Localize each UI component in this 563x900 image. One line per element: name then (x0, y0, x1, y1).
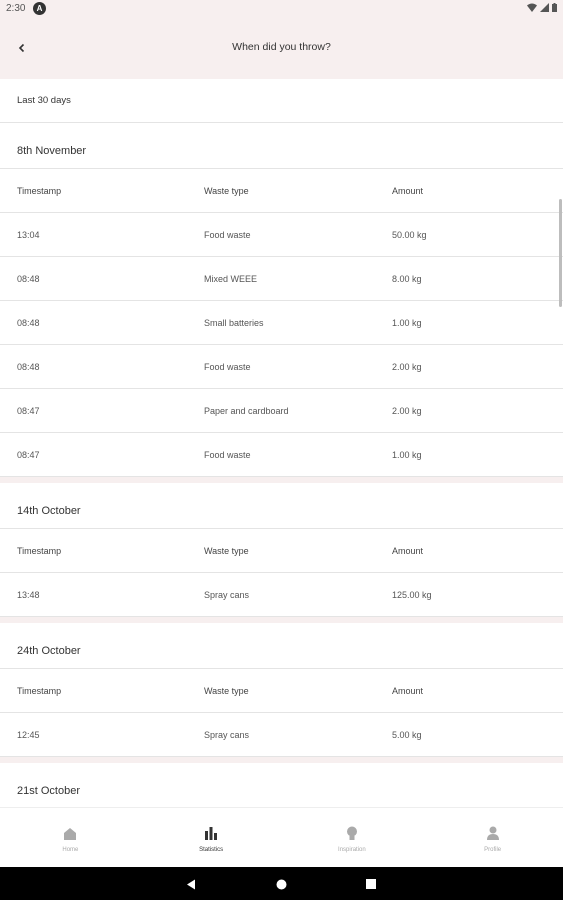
person-icon (485, 825, 501, 841)
section-date: 24th October (0, 623, 563, 669)
cell-timestamp: 13:04 (17, 230, 40, 240)
cell-amount: 125.00 kg (392, 590, 432, 600)
table-row[interactable]: 08:47 Paper and cardboard 2.00 kg (0, 389, 563, 433)
nav-home-label: Home (62, 847, 79, 853)
circle-home-icon (276, 879, 286, 889)
period-filter-label: Last 30 days (17, 95, 71, 106)
table-row[interactable]: 13:48 Spray cans 125.00 kg (0, 573, 563, 617)
bar-chart-icon (203, 825, 219, 841)
page-title: When did you throw? (232, 41, 331, 53)
column-header-waste-type: Waste type (204, 546, 249, 556)
cell-amount: 5.00 kg (392, 730, 422, 740)
cell-amount: 1.00 kg (392, 450, 422, 460)
column-header-amount: Amount (392, 186, 424, 196)
section-date: 8th November (0, 123, 563, 169)
nav-statistics-label: Statistics (199, 847, 224, 853)
column-header-timestamp: Timestamp (17, 546, 62, 556)
battery-icon (552, 3, 557, 12)
cell-waste-type: Mixed WEEE (204, 274, 258, 284)
table-header-row: Timestamp Waste type Amount (0, 669, 563, 713)
period-filter[interactable]: Last 30 days (0, 79, 563, 123)
status-icons (527, 3, 557, 12)
system-back-button[interactable] (182, 875, 200, 893)
cell-timestamp: 13:48 (17, 590, 40, 600)
table-row[interactable]: 08:48 Food waste 2.00 kg (0, 345, 563, 389)
history-list[interactable]: Last 30 days 8th November Timestamp Waste … (0, 79, 563, 807)
system-recents-button[interactable] (362, 875, 380, 893)
wifi-icon (527, 3, 537, 12)
table-header-row: Timestamp Waste type Amount (0, 529, 563, 573)
column-header-amount: Amount (392, 546, 424, 556)
nav-inspiration-label: Inspiration (338, 847, 366, 853)
column-header-timestamp: Timestamp (17, 686, 62, 696)
signal-icon (540, 3, 549, 12)
cell-timestamp: 08:48 (17, 274, 40, 284)
section-date: 21st October (0, 763, 563, 807)
column-header-waste-type: Waste type (204, 686, 249, 696)
nav-home[interactable]: Home (0, 808, 141, 867)
cell-waste-type: Small batteries (204, 318, 264, 328)
system-navigation-bar (0, 867, 563, 900)
cell-waste-type: Food waste (204, 362, 251, 372)
cell-timestamp: 08:48 (17, 362, 40, 372)
section-date: 14th October (0, 483, 563, 529)
cell-waste-type: Paper and cardboard (204, 406, 289, 416)
column-header-amount: Amount (392, 686, 424, 696)
table-row[interactable]: 08:48 Small batteries 1.00 kg (0, 301, 563, 345)
cell-timestamp: 08:48 (17, 318, 40, 328)
nav-statistics[interactable]: Statistics (141, 808, 282, 867)
status-bar: 2:30 A (0, 0, 563, 18)
cell-amount: 2.00 kg (392, 362, 422, 372)
cell-amount: 2.00 kg (392, 406, 422, 416)
cell-waste-type: Food waste (204, 230, 251, 240)
cell-timestamp: 08:47 (17, 450, 40, 460)
cell-timestamp: 12:45 (17, 730, 40, 740)
triangle-back-icon (187, 879, 195, 889)
sections-container: 8th November Timestamp Waste type Amount 13:… (0, 123, 563, 807)
column-header-timestamp: Timestamp (17, 186, 62, 196)
nav-profile-label: Profile (484, 847, 502, 853)
square-recents-icon (366, 879, 376, 889)
cell-waste-type: Food waste (204, 450, 251, 460)
table-row[interactable]: 08:47 Food waste 1.00 kg (0, 433, 563, 477)
system-home-button[interactable] (272, 875, 290, 893)
lightbulb-icon (344, 825, 360, 841)
date-section: 21st October (0, 763, 563, 807)
cell-amount: 8.00 kg (392, 274, 422, 284)
cell-amount: 1.00 kg (392, 318, 422, 328)
table-row[interactable]: 13:04 Food waste 50.00 kg (0, 213, 563, 257)
table-header-row: Timestamp Waste type Amount (0, 169, 563, 213)
date-section: 14th October Timestamp Waste type Amount 13:… (0, 483, 563, 617)
status-time: 2:30 (6, 3, 26, 14)
date-section: 8th November Timestamp Waste type Amount 13:… (0, 123, 563, 477)
cell-timestamp: 08:47 (17, 406, 40, 416)
notification-badge-icon: A (33, 2, 46, 15)
date-section: 24th October Timestamp Waste type Amount 12:… (0, 623, 563, 757)
scrollbar[interactable] (559, 199, 562, 307)
table-row[interactable]: 08:48 Mixed WEEE 8.00 kg (0, 257, 563, 301)
nav-profile[interactable]: Profile (422, 808, 563, 867)
cell-amount: 50.00 kg (392, 230, 427, 240)
home-icon (62, 825, 78, 841)
bottom-navigation: Home Statistics Inspiration Profile (0, 807, 563, 867)
cell-waste-type: Spray cans (204, 590, 250, 600)
nav-inspiration[interactable]: Inspiration (282, 808, 423, 867)
app-bar: When did you throw? (0, 18, 563, 79)
table-row[interactable]: 12:45 Spray cans 5.00 kg (0, 713, 563, 757)
cell-waste-type: Spray cans (204, 730, 250, 740)
column-header-waste-type: Waste type (204, 186, 249, 196)
